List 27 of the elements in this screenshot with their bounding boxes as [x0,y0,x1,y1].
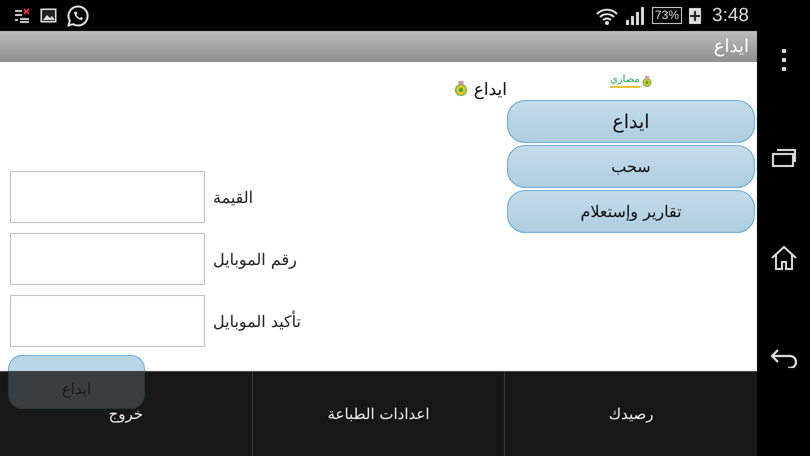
notification-icon [14,8,30,24]
home-icon[interactable] [770,244,798,270]
logo: مصاري [610,68,652,94]
menu-button[interactable]: سحب [507,145,755,188]
menu-button[interactable]: تقارير وإستعلام [507,190,755,233]
clock: 3:48 [712,4,749,26]
field-label: القيمة [213,188,254,206]
back-icon[interactable] [770,348,798,368]
menu-button[interactable]: ايداع [507,100,755,143]
menu-item[interactable]: خروج [108,405,144,423]
input-field[interactable] [10,233,205,285]
field-label: تأكيد الموبايل [213,312,301,330]
overflow-menu-icon[interactable] [780,48,786,70]
image-icon [40,8,57,23]
signal-icon [624,6,645,24]
charging-icon [689,8,702,24]
chat-icon [67,4,89,26]
wifi-icon [596,6,618,24]
recent-apps-icon[interactable] [770,148,796,168]
menu-item[interactable]: اعدادات الطباعة [327,405,430,423]
field-label: رقم الموبايل [213,250,297,268]
menu-item[interactable]: رصيدك [608,405,654,423]
battery-indicator: 73% [652,7,682,24]
input-field[interactable] [10,171,205,223]
window-title: ايداع [714,36,749,57]
input-field[interactable] [10,295,205,347]
page-heading: ايداع [474,80,507,100]
